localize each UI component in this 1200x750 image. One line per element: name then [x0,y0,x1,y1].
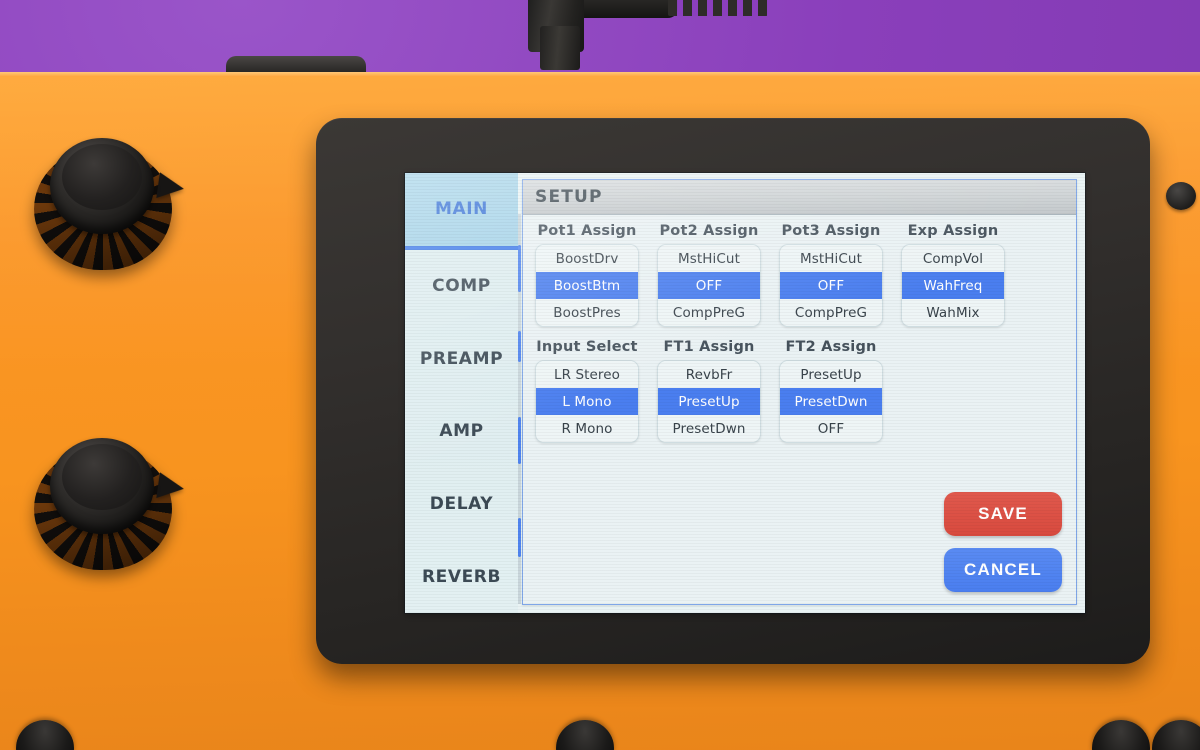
sidebar-item-preamp[interactable]: PREAMP [405,322,518,395]
scrollbar-thumb[interactable] [518,245,521,292]
option-group-label: FT2 Assign [785,339,877,355]
option-item[interactable]: R Mono [536,415,638,442]
sidebar-item-main[interactable]: MAIN [405,173,518,250]
sidebar-item-label: REVERB [421,566,502,587]
knob-cap-top [62,144,142,210]
option-item-selected[interactable]: OFF [658,272,760,299]
enclosure-screw [1166,182,1196,210]
option-item-selected[interactable]: L Mono [536,388,638,415]
option-item-selected[interactable]: BoostBtm [536,272,638,299]
save-button[interactable]: SAVE [944,492,1062,536]
cancel-button[interactable]: CANCEL [944,548,1062,592]
option-list: BoostDrv BoostBtm BoostPres [535,244,639,327]
option-item[interactable]: CompPreG [658,299,760,326]
knob-cap-top [62,444,142,510]
option-group: Pot3 Assign MstHiCut OFF CompPreG [779,223,883,327]
control-knob-upper[interactable] [28,130,186,280]
option-group: Exp Assign CompVol WahFreq WahMix [901,223,1005,327]
option-group: FT1 Assign RevbFr PresetUp PresetDwn [657,339,761,443]
panel-body: Pot1 Assign BoostDrv BoostBtm BoostPres Pot2… [523,215,1076,604]
option-item-selected[interactable]: PresetDwn [780,388,882,415]
cable-plug-neck [540,26,580,70]
sidebar-item-label: PREAMP [419,348,504,369]
cable-strain-relief [668,0,768,16]
scrollbar-thumb[interactable] [518,518,521,558]
enclosure-top-edge [0,72,1200,77]
panel-title: SETUP [523,180,1076,215]
option-list: MstHiCut OFF CompPreG [779,244,883,327]
option-group-label: FT1 Assign [663,339,755,355]
option-group: Input Select LR Stereo L Mono R Mono [535,339,639,443]
knob-pointer-icon [156,172,186,202]
option-item[interactable]: CompVol [902,245,1004,272]
option-item[interactable]: BoostDrv [536,245,638,272]
option-list: MstHiCut OFF CompPreG [657,244,761,327]
sidebar-item-label: AMP [439,421,484,442]
option-item[interactable]: MstHiCut [658,245,760,272]
option-item[interactable]: PresetDwn [658,415,760,442]
panel-scrollbar[interactable] [518,214,521,604]
option-group-label: Exp Assign [907,223,999,239]
option-list: RevbFr PresetUp PresetDwn [657,360,761,443]
sidebar-nav: MAIN COMP PREAMP AMP DELAY REVERB [405,173,518,613]
panel-actions: SAVE CANCEL [944,492,1062,592]
option-group-label: Pot3 Assign [781,223,881,239]
option-item[interactable]: RevbFr [658,361,760,388]
option-item[interactable]: PresetUp [780,361,882,388]
option-group-label: Pot2 Assign [659,223,759,239]
option-item-selected[interactable]: WahFreq [902,272,1004,299]
sidebar-item-comp[interactable]: COMP [405,250,518,323]
option-list: CompVol WahFreq WahMix [901,244,1005,327]
sidebar-item-label: COMP [432,276,491,296]
option-item[interactable]: OFF [780,415,882,442]
option-item[interactable]: MstHiCut [780,245,882,272]
scrollbar-thumb[interactable] [518,331,521,363]
knob-pointer-icon [156,472,186,502]
sidebar-item-delay[interactable]: DELAY [405,468,518,541]
screenshot-scene: MAIN COMP PREAMP AMP DELAY REVERB SETUP … [0,0,1200,750]
lcd-screen[interactable]: MAIN COMP PREAMP AMP DELAY REVERB SETUP … [405,173,1085,613]
option-item[interactable]: CompPreG [780,299,882,326]
setup-groups-row-2: Input Select LR Stereo L Mono R Mono FT1 Ass… [535,339,1064,443]
option-item[interactable]: LR Stereo [536,361,638,388]
option-item-selected[interactable]: OFF [780,272,882,299]
sidebar-item-amp[interactable]: AMP [405,395,518,468]
control-knob-lower[interactable] [28,430,186,580]
option-item[interactable]: WahMix [902,299,1004,326]
setup-panel: SETUP Pot1 Assign BoostDrv BoostBtm BoostPr… [518,179,1077,605]
option-group: Pot2 Assign MstHiCut OFF CompPreG [657,223,761,327]
option-group-label: Pot1 Assign [537,223,637,239]
option-item-selected[interactable]: PresetUp [658,388,760,415]
option-item[interactable]: BoostPres [536,299,638,326]
option-group: FT2 Assign PresetUp PresetDwn OFF [779,339,883,443]
setup-groups-row-1: Pot1 Assign BoostDrv BoostBtm BoostPres Pot2… [535,223,1064,327]
option-group: Pot1 Assign BoostDrv BoostBtm BoostPres [535,223,639,327]
sidebar-item-label: MAIN [434,199,489,220]
option-group-label: Input Select [536,339,638,355]
option-list: LR Stereo L Mono R Mono [535,360,639,443]
sidebar-item-label: DELAY [429,494,494,515]
sidebar-item-reverb[interactable]: REVERB [405,540,518,613]
scrollbar-thumb[interactable] [518,416,521,464]
option-list: PresetUp PresetDwn OFF [779,360,883,443]
